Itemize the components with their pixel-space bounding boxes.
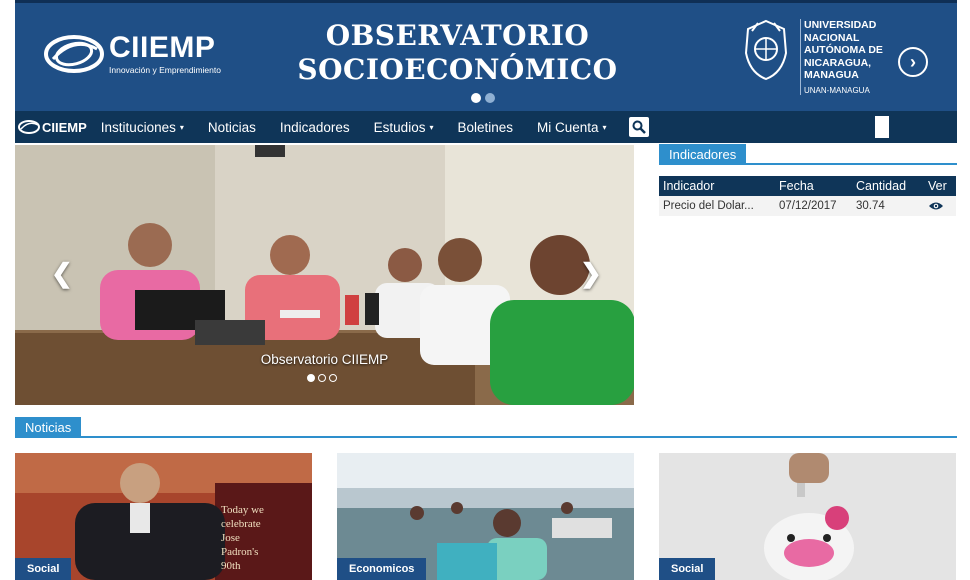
nav-logo[interactable]: CIIEMP [17,119,87,135]
nav-estudios[interactable]: Estudios ▾ [374,120,434,135]
site-title-line1: OBSERVATORIO [325,19,590,52]
banner-slide-indicators [471,93,495,103]
news-category-badge[interactable]: Social [659,558,716,580]
indicators-heading: Indicadores [659,144,747,165]
cell-cantidad: 30.74 [852,196,924,216]
nav-indicadores[interactable]: Indicadores [280,120,350,135]
nav-instituciones[interactable]: Instituciones ▾ [101,120,184,135]
nav-brand: CIIEMP [42,119,87,135]
caret-down-icon: ▾ [602,123,607,133]
ciiemp-swirl-icon [44,35,104,73]
indicators-underline [659,163,957,165]
news-card[interactable]: Today we celebrate Jose Padron's 90th So… [15,453,312,580]
nav-boletines[interactable]: Boletines [457,120,513,135]
svg-text:90th: 90th [221,560,241,572]
uni-abbr: UNAN-MANAGUA [804,85,870,95]
search-button[interactable] [628,117,649,137]
col-cantidad: Cantidad [852,176,924,196]
site-title-line2: SOCIOECONÓMICO [297,53,618,86]
svg-text:celebrate: celebrate [221,518,261,530]
table-header-row: Indicador Fecha Cantidad Ver [659,176,956,196]
page: CIIEMP Innovación y Emprendimiento OBSER… [0,0,970,580]
chevron-right-icon: › [910,51,916,72]
main-nav: CIIEMP Instituciones ▾ Noticias Indicador… [15,111,957,143]
svg-text:Jose: Jose [221,532,240,544]
photo-carousel[interactable]: ❮ ❯ Observatorio CIIEMP [15,145,634,405]
news-category-badge[interactable]: Social [15,558,72,580]
uni-line: AUTÓNOMA DE [804,44,883,56]
cell-indicador: Precio del Dolar... [659,196,775,216]
uni-line: MANAGUA [804,69,859,81]
uni-line: NICARAGUA, [804,56,872,69]
header-banner: CIIEMP Innovación y Emprendimiento OBSER… [15,0,957,111]
site-title: OBSERVATORIO SOCIOECONÓMICO [280,19,635,87]
carousel-caption: Observatorio CIIEMP [260,352,389,367]
chevron-right-icon: ❯ [580,258,602,288]
news-card[interactable]: Social [659,453,956,580]
carousel-next-button[interactable]: ❯ [580,260,602,286]
cell-ver[interactable] [924,196,956,216]
carousel-dot-3[interactable] [329,374,337,382]
nav-noticias[interactable]: Noticias [208,120,256,135]
uni-line: NACIONAL [804,31,860,44]
svg-text:Padron's: Padron's [221,546,258,558]
university-name: UNIVERSIDAD NACIONAL AUTÓNOMA DE NICARAG… [804,19,883,97]
news-card[interactable]: Economicos [337,453,634,580]
ciiemp-logo[interactable]: CIIEMP Innovación y Emprendimiento [43,31,221,77]
nav-label: Instituciones [100,119,176,135]
carousel-dot-2[interactable] [318,374,326,382]
brand-name: CIIEMP [109,31,216,64]
indicators-table: Indicador Fecha Cantidad Ver Precio del … [659,176,956,216]
svg-text:Today we: Today we [221,504,264,516]
col-indicador: Indicador [659,176,775,196]
col-fecha: Fecha [775,176,852,196]
nav-label: Mi Cuenta [537,119,599,135]
caret-down-icon: ▾ [429,123,434,133]
news-heading: Noticias [15,417,82,438]
banner-next-button[interactable]: › [898,47,928,77]
cell-fecha: 07/12/2017 [775,196,852,216]
carousel-indicators [307,374,337,382]
nav-search-field[interactable] [875,116,889,138]
carousel-dot-1[interactable] [307,374,315,382]
news-underline [15,436,957,438]
nav-label: Estudios [373,119,426,135]
uni-line: UNIVERSIDAD [804,19,877,31]
brand-tagline: Innovación y Emprendimiento [109,65,221,75]
chevron-left-icon: ❮ [51,258,73,288]
banner-dot-2[interactable] [485,93,495,103]
table-row: Precio del Dolar... 07/12/2017 30.74 [659,196,956,216]
ciiemp-swirl-icon [18,120,40,134]
search-icon [632,120,646,134]
carousel-prev-button[interactable]: ❮ [51,260,73,286]
col-ver: Ver [924,176,956,196]
news-category-badge[interactable]: Economicos [337,558,427,580]
eye-icon[interactable] [928,201,944,211]
unan-seal-icon [744,19,788,81]
banner-dot-1[interactable] [471,93,481,103]
nav-mi-cuenta[interactable]: Mi Cuenta ▾ [537,120,607,135]
caret-down-icon: ▾ [179,123,184,133]
uni-divider [800,19,801,95]
